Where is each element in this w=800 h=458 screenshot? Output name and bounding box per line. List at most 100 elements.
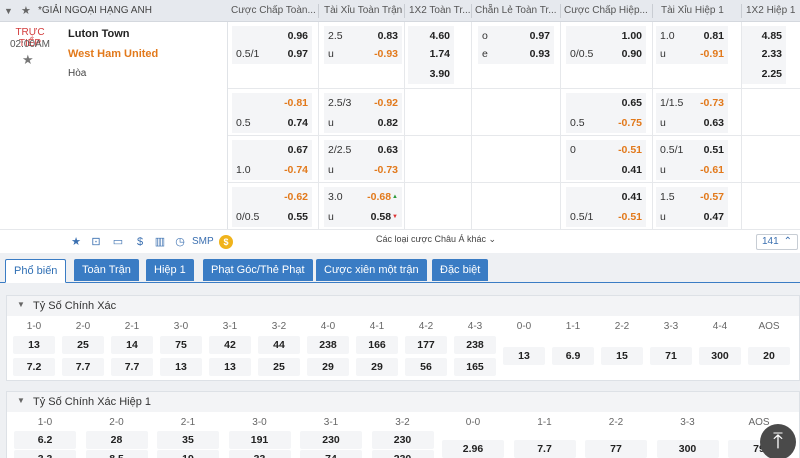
odds-cell[interactable]: -0.62 xyxy=(232,187,312,207)
odds-cell[interactable]: 0/0.5 0.90 xyxy=(566,44,646,64)
odds-cell[interactable]: 1.0 0.81 xyxy=(656,26,728,46)
score-price[interactable]: 2.96 xyxy=(442,440,504,458)
odds-cell[interactable]: 0.65 xyxy=(566,93,646,113)
score-price[interactable]: 13 xyxy=(13,336,55,354)
score-price[interactable]: 74 xyxy=(300,450,362,458)
score-price[interactable]: 35 xyxy=(157,431,219,449)
odds-cell[interactable]: 0.41 xyxy=(566,160,646,180)
scroll-to-top-button[interactable]: ⤒ xyxy=(760,424,796,458)
odds-cell[interactable]: 0/0.5 0.55 xyxy=(232,207,312,227)
collapse-icon[interactable]: ▼ xyxy=(4,0,18,22)
odds-cell[interactable]: 2/2.5 0.63 xyxy=(324,140,402,160)
tab-popular[interactable]: Phổ biến xyxy=(5,259,67,283)
odds-cell[interactable]: 0.5/1 0.51 xyxy=(656,140,728,160)
odds-cell[interactable]: 0.5 -0.75 xyxy=(566,113,646,133)
odds-cell[interactable]: u -0.73 xyxy=(324,160,402,180)
odds-cell[interactable]: -0.81 xyxy=(232,93,312,113)
score-price[interactable]: 191 xyxy=(228,431,291,449)
score-price[interactable]: 300 xyxy=(699,347,741,365)
score-price[interactable]: 166 xyxy=(356,336,398,354)
score-price[interactable]: 230 xyxy=(371,450,434,458)
score-price[interactable]: 13 xyxy=(160,358,202,376)
score-price[interactable]: 7.7 xyxy=(513,440,576,458)
score-price[interactable]: 6.2 xyxy=(14,431,76,449)
score-price[interactable]: 44 xyxy=(258,336,300,354)
dollar-icon[interactable]: $ xyxy=(132,234,148,250)
other-bets-link[interactable]: Các loại cược Châu Á khác ⌄ xyxy=(376,234,496,245)
odds-cell[interactable]: o 0.97 xyxy=(478,26,554,46)
odds-cell[interactable]: 2.25 xyxy=(742,64,786,84)
score-price[interactable]: 238 xyxy=(307,336,349,354)
score-price[interactable]: 177 xyxy=(405,336,447,354)
odds-cell[interactable]: 0 -0.51 xyxy=(566,140,646,160)
score-price[interactable]: 75 xyxy=(160,336,202,354)
section-header[interactable]: ▼ Tỷ Số Chính Xác Hiệp 1 xyxy=(7,392,799,412)
odds-cell[interactable]: e 0.93 xyxy=(478,44,554,64)
tab-corners-cards[interactable]: Phạt Góc/Thẻ Phạt xyxy=(203,259,313,281)
odds-cell[interactable]: 2.33 xyxy=(742,44,786,64)
odds-cell[interactable]: 2.5 0.83 xyxy=(324,26,402,46)
odds-cell[interactable]: 0.96 xyxy=(232,26,312,46)
score-price[interactable]: 300 xyxy=(656,440,719,458)
odds-cell[interactable]: u -0.93 xyxy=(324,44,402,64)
score-price[interactable]: 165 xyxy=(454,358,496,376)
score-price[interactable]: 33 xyxy=(228,450,291,458)
odds-cell[interactable]: 4.60 xyxy=(408,26,454,46)
odds-cell[interactable]: 1.74 xyxy=(408,44,454,64)
coin-icon[interactable]: $ xyxy=(219,235,233,249)
score-price[interactable]: 56 xyxy=(405,358,447,376)
score-price[interactable]: 29 xyxy=(307,358,349,376)
score-price[interactable]: 77 xyxy=(585,440,647,458)
score-price[interactable]: 19 xyxy=(157,450,219,458)
odds-cell[interactable]: 2.5/3 -0.92 xyxy=(324,93,402,113)
score-price[interactable]: 7.7 xyxy=(111,358,153,376)
score-price[interactable]: 7.2 xyxy=(13,358,55,376)
odds-cell[interactable]: 1.0 -0.74 xyxy=(232,160,312,180)
odds-cell[interactable]: 1.00 xyxy=(566,26,646,46)
odds-cell[interactable]: u -0.91 xyxy=(656,44,728,64)
score-price[interactable]: 14 xyxy=(111,336,153,354)
score-price[interactable]: 13 xyxy=(503,347,545,365)
odds-cell[interactable]: 1.5 -0.57 xyxy=(656,187,728,207)
star-icon[interactable]: ★ xyxy=(21,0,35,22)
tab-full-time[interactable]: Toàn Trận xyxy=(74,259,139,281)
score-price[interactable]: 20 xyxy=(748,347,790,365)
score-price[interactable]: 15 xyxy=(601,347,643,365)
score-price[interactable]: 7.7 xyxy=(62,358,104,376)
odds-cell[interactable]: 0.5/1 0.97 xyxy=(232,44,312,64)
score-price[interactable]: 6.9 xyxy=(552,347,594,365)
score-price[interactable]: 71 xyxy=(650,347,692,365)
score-price[interactable]: 29 xyxy=(356,358,398,376)
odds-cell[interactable]: u 0.47 xyxy=(656,207,728,227)
favorite-icon[interactable]: ★ xyxy=(68,234,84,250)
odds-cell[interactable]: 1/1.5 -0.73 xyxy=(656,93,728,113)
odds-cell[interactable]: 4.85 xyxy=(742,26,786,46)
score-price[interactable]: 238 xyxy=(454,336,496,354)
score-price[interactable]: 230 xyxy=(371,431,434,449)
market-count-button[interactable]: 141 ⌃ xyxy=(756,234,798,250)
odds-cell[interactable]: 0.41 xyxy=(566,187,646,207)
odds-cell[interactable]: 3.90 xyxy=(408,64,454,84)
section-header[interactable]: ▼ Tỷ Số Chính Xác xyxy=(7,296,799,316)
score-price[interactable]: 8.5 xyxy=(85,450,148,458)
stats-icon[interactable]: ▥ xyxy=(152,234,168,250)
score-price[interactable]: 25 xyxy=(258,358,300,376)
home-team[interactable]: Luton Town xyxy=(68,28,130,40)
odds-cell[interactable]: u 0.63 xyxy=(656,113,728,133)
score-price[interactable]: 25 xyxy=(62,336,104,354)
tab-same-game-parlay[interactable]: Cược xiên một trận xyxy=(316,259,427,281)
lock-icon[interactable]: ⊡ xyxy=(88,234,104,250)
odds-cell[interactable]: u 0.82 xyxy=(324,113,402,133)
odds-cell[interactable]: 0.5 0.74 xyxy=(232,113,312,133)
odds-cell[interactable]: u 0.58 xyxy=(324,207,402,227)
smp-link[interactable]: SMP xyxy=(192,236,214,247)
score-price[interactable]: 13 xyxy=(209,358,251,376)
tv-icon[interactable]: ▭ xyxy=(110,234,126,250)
odds-cell[interactable]: 0.67 xyxy=(232,140,312,160)
score-price[interactable]: 42 xyxy=(209,336,251,354)
league-name[interactable]: *GIẢI NGOẠI HẠNG ANH xyxy=(38,0,228,22)
score-price[interactable]: 230 xyxy=(300,431,362,449)
odds-cell[interactable]: 0.5/1 -0.51 xyxy=(566,207,646,227)
clock-icon[interactable]: ◷ xyxy=(172,234,188,250)
tab-first-half[interactable]: Hiệp 1 xyxy=(146,259,194,281)
